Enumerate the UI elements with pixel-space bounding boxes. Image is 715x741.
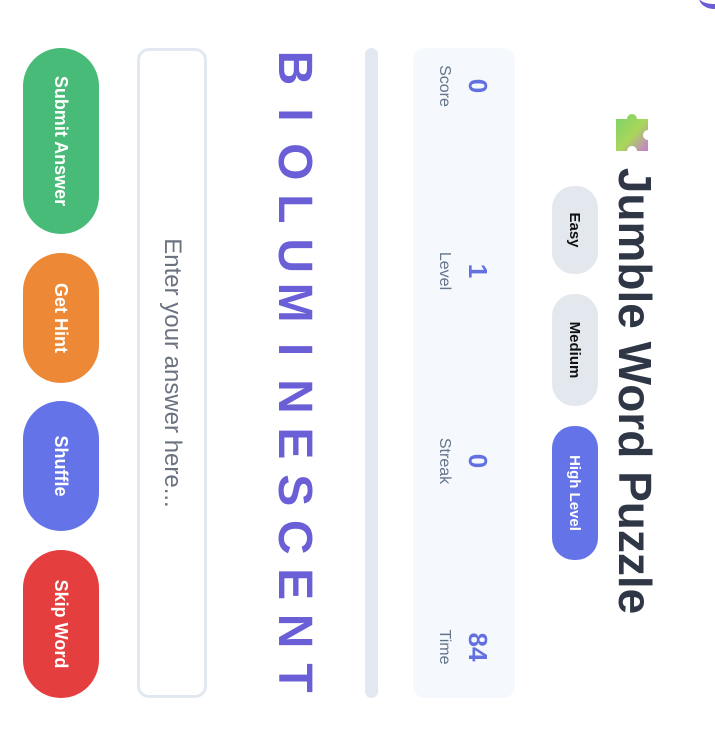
level-value: 1 — [463, 263, 493, 279]
scrambled-letter: N — [268, 379, 322, 414]
scrambled-letter: N — [268, 613, 322, 649]
score-value: 0 — [463, 78, 493, 94]
scrambled-letter: S — [268, 474, 322, 507]
scrambled-letter: C — [268, 519, 322, 555]
get-hint-button[interactable]: Get Hint — [23, 253, 99, 383]
game-header: Jumble Word Puzzle — [605, 80, 665, 640]
scrambled-letter: E — [268, 427, 322, 460]
scrambled-letter: O — [268, 143, 322, 181]
submit-answer-button[interactable]: Submit Answer — [23, 48, 99, 234]
skip-word-button[interactable]: Skip Word — [23, 550, 99, 698]
game-container: Jumble Word Puzzle Easy Medium High Leve… — [0, 0, 715, 741]
progress-bar — [365, 48, 378, 698]
difficulty-high-level-button[interactable]: High Level — [552, 426, 598, 560]
scrambled-letter: U — [268, 238, 322, 274]
scrambled-letter: L — [268, 194, 322, 224]
scrambled-letter: B — [268, 50, 322, 86]
scrambled-letter: T — [268, 663, 322, 693]
page-title: Jumble Word Puzzle — [609, 167, 661, 615]
puzzle-piece-icon — [609, 106, 661, 158]
streak-label: Streak — [436, 437, 453, 485]
difficulty-easy-button[interactable]: Easy — [552, 186, 598, 274]
answer-input[interactable] — [137, 48, 207, 698]
action-buttons: Submit Answer Get Hint Shuffle Skip Word — [23, 48, 99, 698]
scrambled-letter: I — [268, 342, 322, 357]
scrambled-letter: E — [268, 568, 322, 601]
streak-value: 0 — [463, 453, 493, 469]
shuffle-button[interactable]: Shuffle — [23, 401, 99, 531]
scrambled-word: BIOLUMINESCENT — [265, 48, 325, 698]
scrambled-letter: M — [268, 282, 322, 323]
difficulty-selector: Easy Medium High Level — [550, 186, 600, 560]
score-label: Score — [436, 65, 453, 107]
stat-time: 84 Time — [413, 587, 515, 707]
difficulty-medium-button[interactable]: Medium — [552, 294, 598, 406]
stat-level: 1 Level — [413, 211, 515, 331]
time-value: 84 — [463, 632, 493, 662]
scrambled-letter: I — [268, 108, 322, 122]
time-label: Time — [436, 629, 453, 665]
stats-panel: 0 Score 1 Level 0 Streak 84 Time — [413, 48, 515, 698]
stat-score: 0 Score — [413, 26, 515, 146]
level-label: Level — [436, 251, 453, 291]
stat-streak: 0 Streak — [413, 401, 515, 521]
